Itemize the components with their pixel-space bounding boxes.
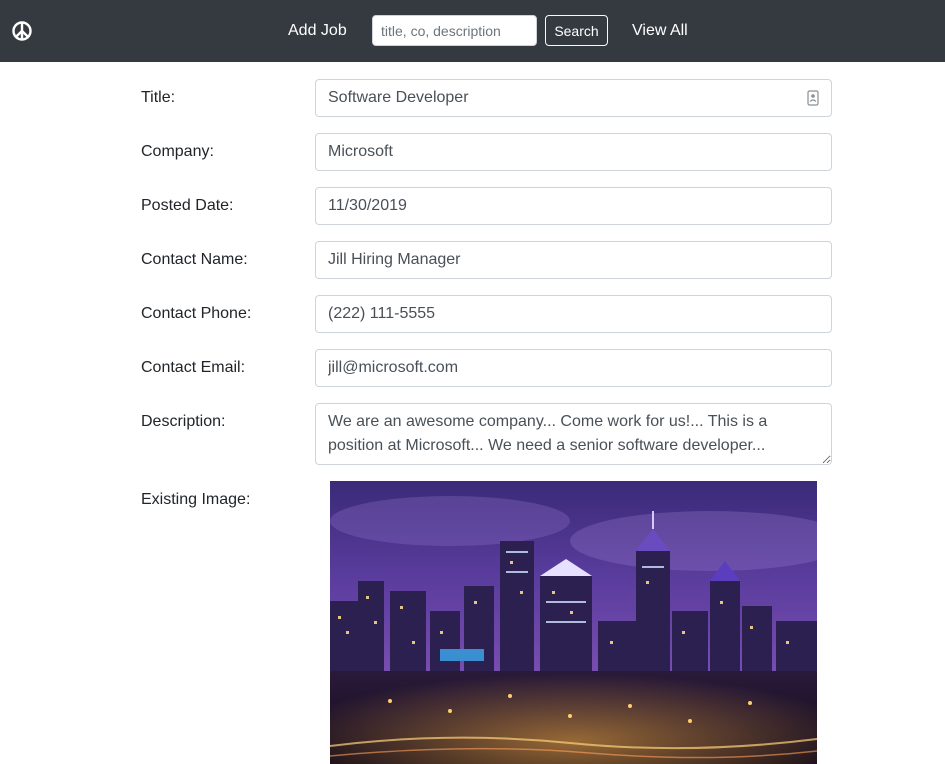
existing-image-label: Existing Image: [141, 491, 251, 508]
peace-sign-icon[interactable] [11, 20, 33, 42]
search-button[interactable]: Search [545, 15, 608, 46]
contact-email-field[interactable] [315, 349, 832, 387]
search-input[interactable] [372, 15, 537, 46]
top-navbar: Add Job Search View All [0, 0, 945, 62]
city-skyline-image [330, 481, 817, 764]
autofill-contact-icon[interactable] [807, 90, 819, 106]
description-field[interactable]: We are an awesome company... Come work f… [315, 403, 832, 465]
add-job-link[interactable]: Add Job [288, 20, 347, 42]
contact-phone-field[interactable] [315, 295, 832, 333]
view-all-link[interactable]: View All [632, 20, 688, 42]
contact-name-label: Contact Name: [141, 251, 248, 268]
contact-email-label: Contact Email: [141, 359, 246, 376]
description-label: Description: [141, 413, 226, 430]
contact-phone-label: Contact Phone: [141, 305, 252, 322]
contact-name-field[interactable] [315, 241, 832, 279]
company-field[interactable] [315, 133, 832, 171]
company-label: Company: [141, 143, 214, 160]
existing-job-image [330, 481, 817, 764]
title-label: Title: [141, 89, 176, 106]
posted-date-field[interactable] [315, 187, 832, 225]
title-field[interactable] [315, 79, 832, 117]
posted-date-label: Posted Date: [141, 197, 234, 214]
